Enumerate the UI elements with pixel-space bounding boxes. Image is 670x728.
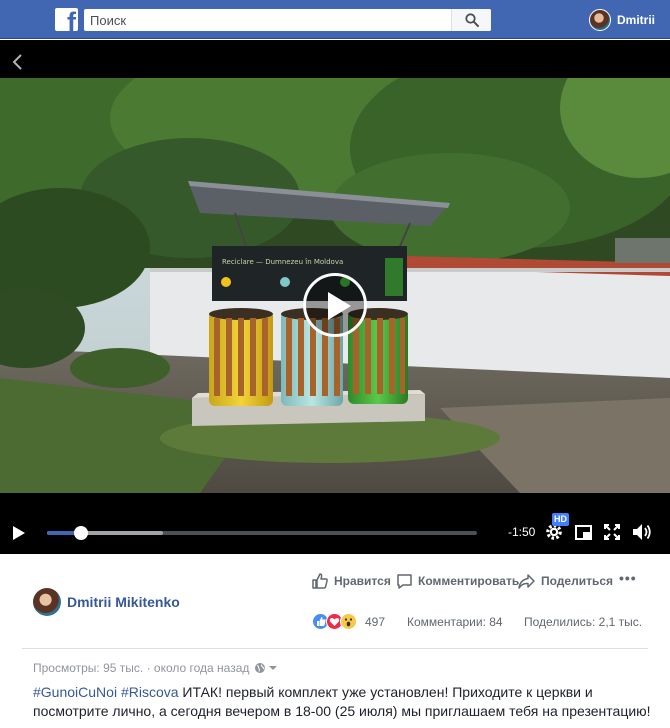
logo-letter: f: [67, 8, 76, 32]
search-input[interactable]: [84, 9, 454, 31]
thumbs-up-icon: [312, 573, 328, 589]
play-overlay-button[interactable]: [303, 273, 367, 337]
meta-separator: ·: [143, 661, 154, 675]
share-label: Поделиться: [541, 574, 614, 588]
comments-count-link[interactable]: Комментарии: 84: [407, 615, 503, 629]
volume-icon[interactable]: [632, 523, 652, 541]
profile-link[interactable]: Dmitrii: [589, 8, 655, 32]
comment-button[interactable]: Комментировать: [396, 571, 519, 591]
profile-name: Dmitrii: [617, 13, 656, 27]
play-icon: [328, 292, 351, 320]
video-player[interactable]: Reciclare — Dumnezeu în Moldova -1:50 HD: [0, 40, 670, 554]
post-meta: Просмотры: 95 тыс. · около года назад: [33, 661, 278, 675]
sign-text: Reciclare — Dumnezeu în Moldova: [222, 258, 343, 266]
wow-reaction-icon: [340, 613, 357, 630]
shares-count-link[interactable]: Поделились: 2,1 тыс.: [524, 615, 642, 629]
reactions-count[interactable]: 497: [365, 615, 385, 629]
video-controls: -1:50 HD: [0, 506, 670, 554]
facebook-logo-icon[interactable]: f: [55, 8, 78, 31]
timestamp-link[interactable]: около года назад: [154, 661, 250, 675]
progress-bar[interactable]: [47, 526, 477, 540]
share-icon: [518, 573, 535, 589]
share-button[interactable]: Поделиться: [517, 571, 613, 591]
fullscreen-icon[interactable]: [604, 524, 620, 540]
progress-handle[interactable]: [74, 526, 89, 540]
divider: [22, 648, 648, 649]
video-frame[interactable]: Reciclare — Dumnezeu în Moldova: [0, 78, 670, 493]
time-remaining: -1:50: [508, 525, 536, 539]
chevron-left-icon[interactable]: [8, 52, 28, 72]
comment-icon: [397, 573, 412, 589]
hashtag-link[interactable]: #GunoiCuNoi: [33, 684, 117, 700]
search-icon: [465, 13, 479, 27]
like-label: Нравится: [334, 574, 391, 588]
comment-label: Комментировать: [418, 574, 520, 588]
avatar: [589, 9, 611, 31]
like-button[interactable]: Нравится: [311, 571, 391, 591]
picture-in-picture-icon[interactable]: [575, 525, 592, 540]
hashtag-link[interactable]: #Riscova: [121, 684, 179, 700]
post-text: #GunoiCuNoi #Riscova ИТАК! первый компле…: [33, 683, 653, 721]
play-icon[interactable]: [12, 525, 26, 541]
top-navigation-bar: f Dmitrii: [0, 0, 670, 39]
chevron-down-icon[interactable]: [269, 665, 278, 671]
author-name-link[interactable]: Dmitrii Mikitenko: [67, 594, 180, 610]
search-box: [84, 9, 491, 31]
views-count: Просмотры: 95 тыс.: [33, 661, 144, 675]
more-options-icon[interactable]: •••: [619, 570, 637, 586]
hd-badge: HD: [552, 513, 569, 526]
search-button[interactable]: [451, 9, 491, 31]
author-avatar[interactable]: [33, 588, 61, 616]
globe-icon[interactable]: [254, 662, 266, 674]
